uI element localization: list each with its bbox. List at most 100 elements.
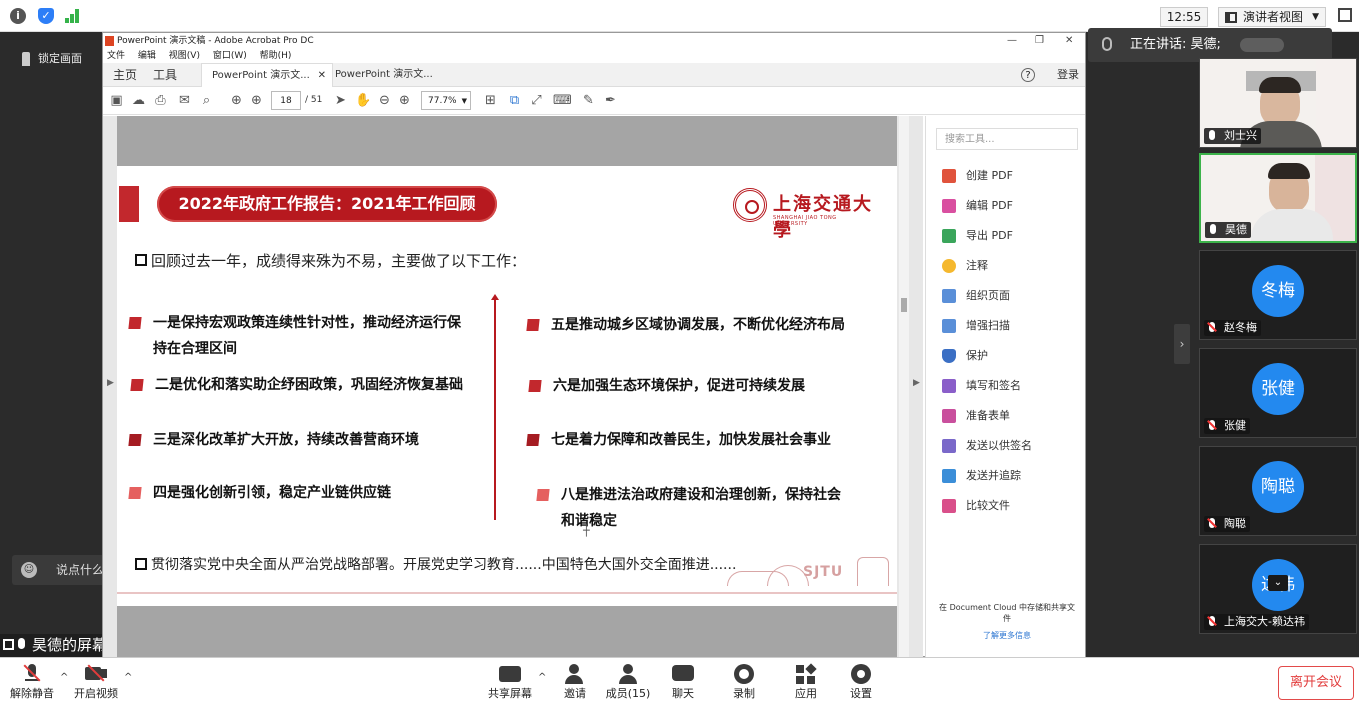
highlight-pen-icon[interactable]: ✒ — [603, 93, 618, 108]
point-line: 五是推动城乡区域协调发展，不断优化经济布局 — [551, 317, 845, 333]
network-signal-icon[interactable] — [65, 9, 83, 23]
tab-tools[interactable]: 工具 — [153, 63, 177, 87]
document-view[interactable]: 2022年政府工作报告：2021年工作回顾 上海交通大學 SHANGHAI JI… — [103, 116, 923, 657]
keyboard-icon[interactable]: ⌨ — [553, 93, 572, 108]
print-icon[interactable]: ⎙ — [153, 93, 168, 108]
participants-button[interactable]: 成员(15) — [598, 662, 658, 706]
participant-tile[interactable]: 陶聪 陶聪 — [1199, 446, 1357, 536]
tool-edit-pdf[interactable]: 编辑 PDF — [942, 196, 1013, 216]
menu-file[interactable]: 文件 — [107, 51, 125, 61]
tool-protect[interactable]: 保护 — [942, 346, 988, 366]
sjtu-seal-icon — [733, 188, 767, 222]
start-video-button[interactable]: 开启视频 — [66, 662, 126, 706]
lock-screen-button[interactable]: 锁定画面 — [10, 45, 102, 73]
participant-name-label: 上海交大-赖达祎 — [1204, 614, 1309, 630]
search-icon[interactable]: ⌕ — [199, 93, 214, 108]
email-icon[interactable]: ✉ — [177, 93, 192, 108]
video-options-caret-icon[interactable]: ^ — [124, 672, 132, 683]
scroll-mode-icon[interactable]: ⧉ — [507, 93, 522, 108]
next-page-icon[interactable]: ⊕ — [249, 93, 264, 108]
learn-more-link[interactable]: 了解更多信息 — [936, 630, 1078, 641]
participant-name-label: 刘士兴 — [1204, 128, 1261, 144]
tools-search-input[interactable]: 搜索工具... — [936, 128, 1078, 150]
bullet-icon — [526, 434, 540, 446]
menu-edit[interactable]: 编辑 — [138, 51, 156, 61]
unmute-button[interactable]: 解除静音 — [2, 662, 62, 706]
invite-button[interactable]: 邀请 — [545, 662, 605, 706]
chevron-down-icon: ▼ — [461, 97, 467, 105]
acrobat-window: PowerPoint 演示文稿 - Adobe Acrobat Pro DC —… — [102, 32, 1086, 657]
fullscreen-icon[interactable] — [1338, 8, 1352, 22]
zoom-in-icon[interactable]: ⊕ — [397, 93, 412, 108]
microphone-icon — [1210, 224, 1216, 234]
tool-send-track[interactable]: 发送并追踪 — [942, 466, 1021, 486]
menu-window[interactable]: 窗口(W) — [213, 51, 247, 61]
tab-document[interactable]: PowerPoint 演示文... — [325, 63, 445, 87]
hand-tool-icon[interactable]: ✋ — [355, 93, 371, 108]
screen-share-icon — [3, 639, 14, 650]
participant-tile[interactable]: 达祎 ⌄ 上海交大-赖达祎 — [1199, 544, 1357, 634]
menu-help[interactable]: 帮助(H) — [260, 51, 292, 61]
record-button[interactable]: 录制 — [714, 662, 774, 706]
left-pane-toggle-icon[interactable]: ▶ — [107, 378, 114, 388]
close-icon[interactable]: ✕ — [1065, 33, 1073, 49]
tool-enhance-scans[interactable]: 增强扫描 — [942, 316, 1010, 336]
login-link[interactable]: 登录 — [1057, 63, 1079, 87]
security-shield-icon[interactable]: ✓ — [38, 8, 54, 24]
tool-create-pdf[interactable]: 创建 PDF — [942, 166, 1013, 186]
tool-comment[interactable]: 注释 — [942, 256, 988, 276]
participant-tile-active[interactable]: 昊德 — [1199, 153, 1357, 243]
prev-page-icon[interactable]: ⊕ — [229, 93, 244, 108]
chat-button[interactable]: 聊天 — [653, 662, 713, 706]
save-icon[interactable]: ▣ — [109, 93, 124, 108]
tool-organize-pages[interactable]: 组织页面 — [942, 286, 1010, 306]
leave-meeting-button[interactable]: 离开会议 — [1278, 666, 1354, 700]
send-arrow-icon — [942, 469, 956, 483]
participant-tile[interactable]: 冬梅 赵冬梅 — [1199, 250, 1357, 340]
zoom-dropdown[interactable]: 77.7% ▼ — [421, 91, 471, 110]
tool-label: 导出 PDF — [966, 229, 1013, 242]
presenter-view-dropdown[interactable]: 演讲者视图 ▼ — [1218, 7, 1326, 27]
collapse-panel-icon[interactable]: › — [1174, 324, 1190, 364]
tool-fill-sign[interactable]: 填写和签名 — [942, 376, 1021, 396]
info-icon[interactable]: i — [10, 8, 26, 24]
zoom-out-icon[interactable]: ⊖ — [377, 93, 392, 108]
help-icon[interactable]: ? — [1021, 68, 1035, 82]
add-person-icon — [564, 664, 586, 684]
tool-label: 编辑 PDF — [966, 199, 1013, 212]
tab-home[interactable]: 主页 — [113, 63, 137, 87]
right-pane-toggle-icon[interactable]: ▶ — [913, 378, 920, 388]
chevron-down-icon[interactable]: ⌄ — [1268, 575, 1288, 591]
document-tab-label: PowerPoint 演示文... — [335, 69, 433, 80]
settings-button[interactable]: 设置 — [831, 662, 891, 706]
tab-document-active[interactable]: PowerPoint 演示文... ✕ — [201, 63, 333, 88]
point-line: 七是着力保障和改善民生，加快发展社会事业 — [551, 432, 831, 448]
apps-label: 应用 — [795, 687, 817, 700]
participant-name: 上海交大-赖达祎 — [1224, 615, 1305, 628]
page-number-input[interactable]: 18 — [271, 91, 301, 110]
compare-icon — [942, 499, 956, 513]
emoji-icon[interactable]: ☺ — [21, 562, 37, 578]
restore-icon[interactable]: ❐ — [1035, 33, 1044, 49]
select-cursor-icon[interactable]: ➤ — [333, 93, 348, 108]
microphone-icon — [1209, 130, 1215, 140]
cloud-upload-icon[interactable]: ☁ — [131, 93, 146, 108]
menu-view[interactable]: 视图(V) — [169, 51, 200, 61]
participant-tile[interactable]: 张健 张健 — [1199, 348, 1357, 438]
comment-icon[interactable]: ✎ — [581, 93, 596, 108]
point-line: 二是优化和落实助企纾困政策，巩固经济恢复基础 — [155, 377, 463, 393]
minimize-icon[interactable]: — — [1007, 33, 1017, 49]
apps-button[interactable]: 应用 — [776, 662, 836, 706]
share-screen-button[interactable]: 共享屏幕 — [480, 662, 540, 706]
full-screen-mode-icon[interactable]: ⤢ — [529, 93, 544, 108]
tool-compare-files[interactable]: 比较文件 — [942, 496, 1010, 516]
tool-send-for-signature[interactable]: 发送以供签名 — [942, 436, 1032, 456]
participant-tile[interactable]: 刘士兴 — [1199, 58, 1357, 148]
bullet-icon — [128, 487, 142, 499]
vertical-scrollbar[interactable] — [899, 116, 909, 657]
avatar: 陶聪 — [1252, 461, 1304, 513]
scrollbar-thumb[interactable] — [901, 298, 907, 312]
tool-export-pdf[interactable]: 导出 PDF — [942, 226, 1013, 246]
tool-prepare-form[interactable]: 准备表单 — [942, 406, 1010, 426]
page-fit-icon[interactable]: ⊞ — [483, 93, 498, 108]
